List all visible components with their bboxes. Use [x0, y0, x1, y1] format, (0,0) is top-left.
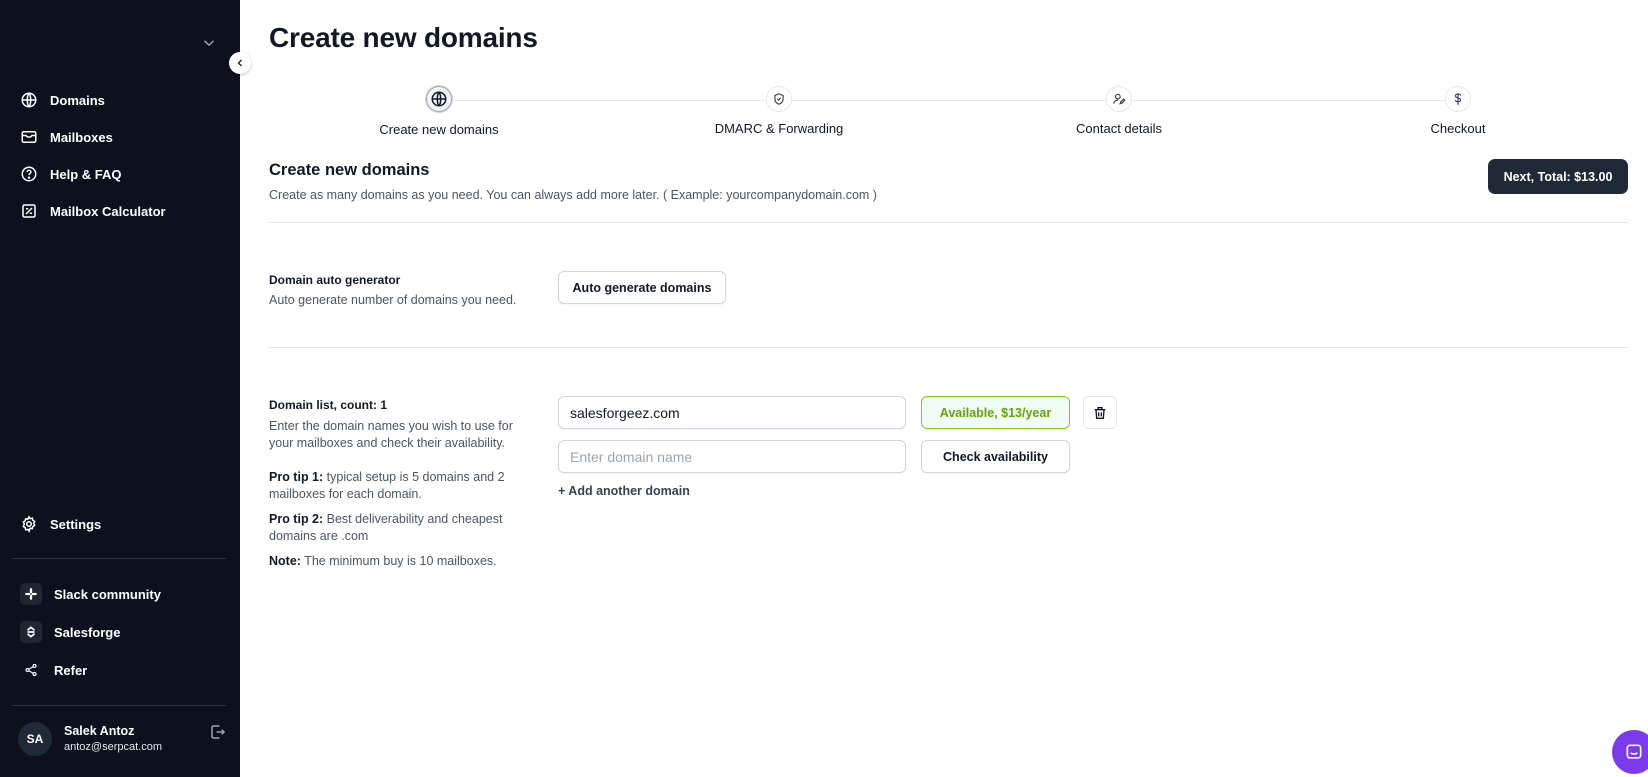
- divider: [269, 347, 1628, 348]
- sidebar-divider: [12, 705, 226, 706]
- stepper-line: [439, 100, 1459, 101]
- user-profile[interactable]: SA Salek Antoz antoz@serpcat.com: [18, 722, 162, 756]
- sidebar-item-label: Mailbox Calculator: [50, 203, 166, 219]
- chat-icon: [1626, 744, 1642, 759]
- share-icon: [20, 659, 42, 681]
- step-contact-details[interactable]: Contact details: [1029, 86, 1209, 136]
- auto-generate-button[interactable]: Auto generate domains: [558, 271, 726, 304]
- sidebar-item-label: Mailboxes: [50, 129, 113, 145]
- sidebar-item-label: Salesforge: [54, 624, 121, 640]
- new-domain-input[interactable]: Enter domain name: [558, 440, 906, 473]
- sidebar-item-help[interactable]: Help & FAQ: [20, 160, 122, 188]
- sidebar-item-label: Slack community: [54, 586, 161, 602]
- chevron-down-icon[interactable]: [200, 34, 218, 52]
- sidebar-item-domains[interactable]: Domains: [20, 86, 105, 114]
- note-text: The minimum buy is 10 mailboxes.: [300, 554, 497, 568]
- inbox-icon: [21, 131, 37, 143]
- avatar: SA: [18, 722, 52, 756]
- step-create-domains[interactable]: Create new domains: [349, 85, 529, 137]
- note: Note: The minimum buy is 10 mailboxes.: [269, 553, 529, 570]
- divider: [269, 222, 1628, 223]
- availability-badge: Available, $13/year: [921, 396, 1070, 429]
- sidebar-item-settings[interactable]: Settings: [20, 510, 101, 538]
- sidebar-item-refer[interactable]: Refer: [20, 656, 87, 684]
- chat-support-button[interactable]: [1612, 730, 1648, 774]
- step-dmarc-forwarding[interactable]: DMARC & Forwarding: [689, 86, 869, 136]
- sidebar-item-salesforge[interactable]: Salesforge: [20, 618, 120, 646]
- sidebar-item-slack-community[interactable]: Slack community: [20, 580, 161, 608]
- note-label: Note:: [269, 554, 301, 568]
- logout-icon[interactable]: [209, 723, 227, 741]
- section-description: Create as many domains as you need. You …: [269, 188, 877, 202]
- sidebar-item-label: Settings: [50, 516, 102, 532]
- page-title: Create new domains: [269, 22, 538, 53]
- sidebar-item-label: Domains: [50, 92, 105, 108]
- step-label: Checkout: [1430, 121, 1486, 136]
- sidebar-item-label: Help & FAQ: [50, 166, 122, 182]
- domain-list-description: Enter the domain names you wish to use f…: [269, 419, 513, 450]
- step-label: DMARC & Forwarding: [714, 121, 844, 136]
- user-email: antoz@serpcat.com: [64, 741, 162, 753]
- step-label: Create new domains: [379, 122, 499, 137]
- sidebar-divider: [12, 558, 226, 559]
- domain-list-title: Domain list, count: 1: [269, 398, 388, 412]
- section-title: Create new domains: [269, 161, 430, 179]
- auto-generator-description: Auto generate number of domains you need…: [269, 293, 517, 307]
- chevron-left-icon: [237, 59, 242, 67]
- slack-icon: [20, 583, 42, 605]
- gear-icon: [22, 515, 36, 533]
- sidebar-collapse-button[interactable]: [229, 52, 251, 74]
- user-name: Salek Antoz: [64, 724, 135, 738]
- dollar-icon: [1445, 86, 1471, 112]
- add-another-domain-link[interactable]: + Add another domain: [558, 484, 690, 498]
- pro-tip-2: Pro tip 2: Best deliverability and cheap…: [269, 511, 529, 545]
- pro-tip-1-label: Pro tip 1:: [269, 470, 324, 484]
- pro-tip-1: Pro tip 1: typical setup is 5 domains an…: [269, 469, 529, 503]
- delete-domain-button[interactable]: [1083, 396, 1117, 429]
- sidebar-item-mailboxes[interactable]: Mailboxes: [20, 123, 113, 151]
- step-checkout[interactable]: Checkout: [1368, 86, 1548, 136]
- domain-input[interactable]: salesforgeez.com: [558, 396, 906, 429]
- next-button[interactable]: Next, Total: $13.00: [1488, 159, 1628, 194]
- step-label: Contact details: [1076, 121, 1162, 136]
- help-circle-icon: [21, 166, 37, 182]
- globe-icon: [425, 85, 453, 113]
- user-edit-icon: [1106, 86, 1132, 112]
- salesforge-icon: [20, 621, 42, 643]
- trash-icon: [1094, 406, 1106, 419]
- check-availability-button[interactable]: Check availability: [921, 440, 1070, 473]
- globe-icon: [21, 92, 37, 108]
- sidebar-item-label: Refer: [54, 662, 88, 678]
- sidebar-item-mailbox-calculator[interactable]: Mailbox Calculator: [20, 197, 166, 225]
- app-root: Domains Mailboxes Help & FAQ Mailbox Cal…: [0, 0, 1648, 777]
- auto-generator-title: Domain auto generator: [269, 273, 401, 287]
- sidebar: Domains Mailboxes Help & FAQ Mailbox Cal…: [0, 0, 240, 777]
- main-content: Create new domains Create new domains DM…: [240, 0, 1648, 777]
- shield-check-icon: [766, 86, 792, 112]
- pro-tip-2-label: Pro tip 2:: [269, 512, 324, 526]
- calculator-icon: [22, 204, 36, 218]
